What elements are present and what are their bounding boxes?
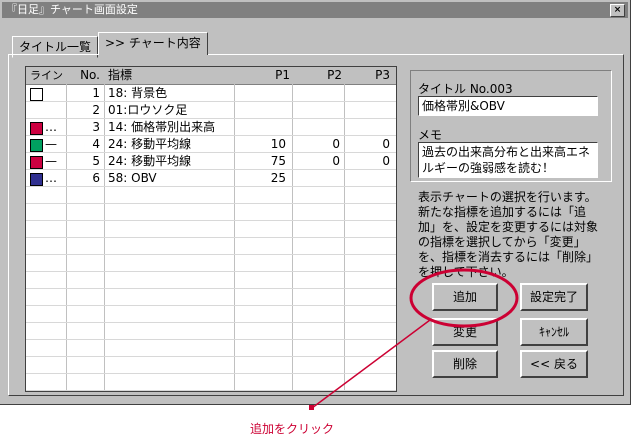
help-text: 表示チャートの選択を行います。新たな指標を追加するには「追加」を、設定を変更する… [418, 190, 599, 279]
table-row[interactable]: — 4 24: 移動平均線 10 0 0 [26, 136, 396, 153]
param-p3 [344, 119, 390, 136]
indicator-name: 24: 移動平均線 [108, 137, 192, 151]
indicator-name: 18: 背景色 [108, 86, 168, 100]
back-button[interactable]: << 戻る [520, 350, 588, 378]
title-bar: 『日足』チャート画面設定 × [2, 2, 628, 18]
param-p3 [344, 102, 390, 119]
row-divider [26, 220, 396, 221]
col-header-p3[interactable]: P3 [344, 67, 390, 84]
table-row[interactable]: 1 18: 背景色 [26, 85, 396, 102]
row-number: 3 [92, 120, 100, 134]
table-row[interactable]: … 6 58: OBV 25 [26, 170, 396, 187]
row-divider [26, 322, 396, 323]
col-header-p2[interactable]: P2 [294, 67, 342, 84]
row-number: 2 [92, 103, 100, 117]
line-color-swatch [30, 122, 43, 135]
line-color-swatch [30, 173, 43, 186]
settings-window: 『日足』チャート画面設定 × タイトル一覧 >> チャート内容 ライン No. … [0, 0, 631, 405]
annotation-text: 追加をクリック [250, 422, 335, 436]
row-divider [26, 203, 396, 204]
row-divider [26, 305, 396, 306]
row-number: 4 [92, 137, 100, 151]
row-divider [26, 271, 396, 272]
line-style: — [45, 154, 57, 168]
line-style [45, 85, 65, 102]
row-divider [26, 254, 396, 255]
indicator-grid[interactable]: ライン No. 指標 P1 P2 P3 1 18: 背景色 2 01:ロウソク足… 3 1… [25, 66, 397, 392]
col-header-line[interactable]: ライン [30, 67, 66, 84]
indicator-name: 14: 価格帯別出来高 [108, 120, 216, 134]
delete-button[interactable]: 削除 [432, 350, 498, 378]
col-header-p1[interactable]: P1 [240, 67, 290, 84]
param-p1: 10 [270, 137, 286, 151]
param-p1 [240, 119, 286, 136]
col-header-no[interactable]: No. [70, 67, 100, 84]
row-divider [26, 237, 396, 238]
row-divider [26, 390, 396, 391]
param-p2 [294, 119, 340, 136]
table-row[interactable]: — 5 24: 移動平均線 75 0 0 [26, 153, 396, 170]
done-button[interactable]: 設定完了 [520, 283, 588, 311]
col-header-indicator[interactable]: 指標 [108, 67, 228, 84]
table-row[interactable]: … 3 14: 価格帯別出来高 [26, 119, 396, 136]
row-divider [26, 288, 396, 289]
param-p1: 75 [270, 154, 286, 168]
indicator-name: 24: 移動平均線 [108, 154, 192, 168]
row-number: 6 [92, 171, 100, 185]
param-p2 [294, 85, 340, 102]
title-label: タイトル No.003 [418, 82, 513, 96]
param-p3: 0 [382, 154, 390, 168]
change-button[interactable]: 変更 [432, 318, 498, 346]
close-button[interactable]: × [610, 4, 625, 17]
add-button[interactable]: 追加 [432, 283, 498, 311]
pointer-dot [309, 405, 314, 410]
param-p1 [240, 102, 286, 119]
line-style: … [45, 171, 57, 185]
tab-chart-content[interactable]: >> チャート内容 [98, 32, 208, 55]
line-color-swatch [30, 156, 43, 169]
memo-input[interactable]: 過去の出来高分布と出来高エネルギーの強弱感を読む！ [418, 142, 598, 178]
row-divider [26, 373, 396, 374]
row-number: 1 [92, 86, 100, 100]
line-style: … [45, 120, 57, 134]
row-divider [26, 356, 396, 357]
param-p2: 0 [332, 154, 340, 168]
row-divider [26, 339, 396, 340]
window-title: 『日足』チャート画面設定 [6, 3, 138, 16]
cancel-button[interactable]: ｷｬﾝｾﾙ [520, 318, 588, 346]
param-p3 [344, 85, 390, 102]
line-color-swatch [30, 88, 43, 101]
title-input[interactable]: 価格帯別&OBV [418, 96, 598, 116]
memo-label: メモ [418, 128, 443, 142]
param-p1: 25 [270, 171, 286, 185]
param-p2 [294, 102, 340, 119]
indicator-name: 01:ロウソク足 [108, 103, 188, 117]
param-p3 [344, 170, 390, 187]
param-p2 [294, 170, 340, 187]
line-color-swatch [30, 139, 43, 152]
param-p3: 0 [382, 137, 390, 151]
param-p1 [240, 85, 286, 102]
row-number: 5 [92, 154, 100, 168]
line-style [45, 102, 65, 119]
param-p2: 0 [332, 137, 340, 151]
indicator-name: 58: OBV [108, 171, 157, 185]
line-style: — [45, 137, 57, 151]
table-row[interactable]: 2 01:ロウソク足 [26, 102, 396, 119]
